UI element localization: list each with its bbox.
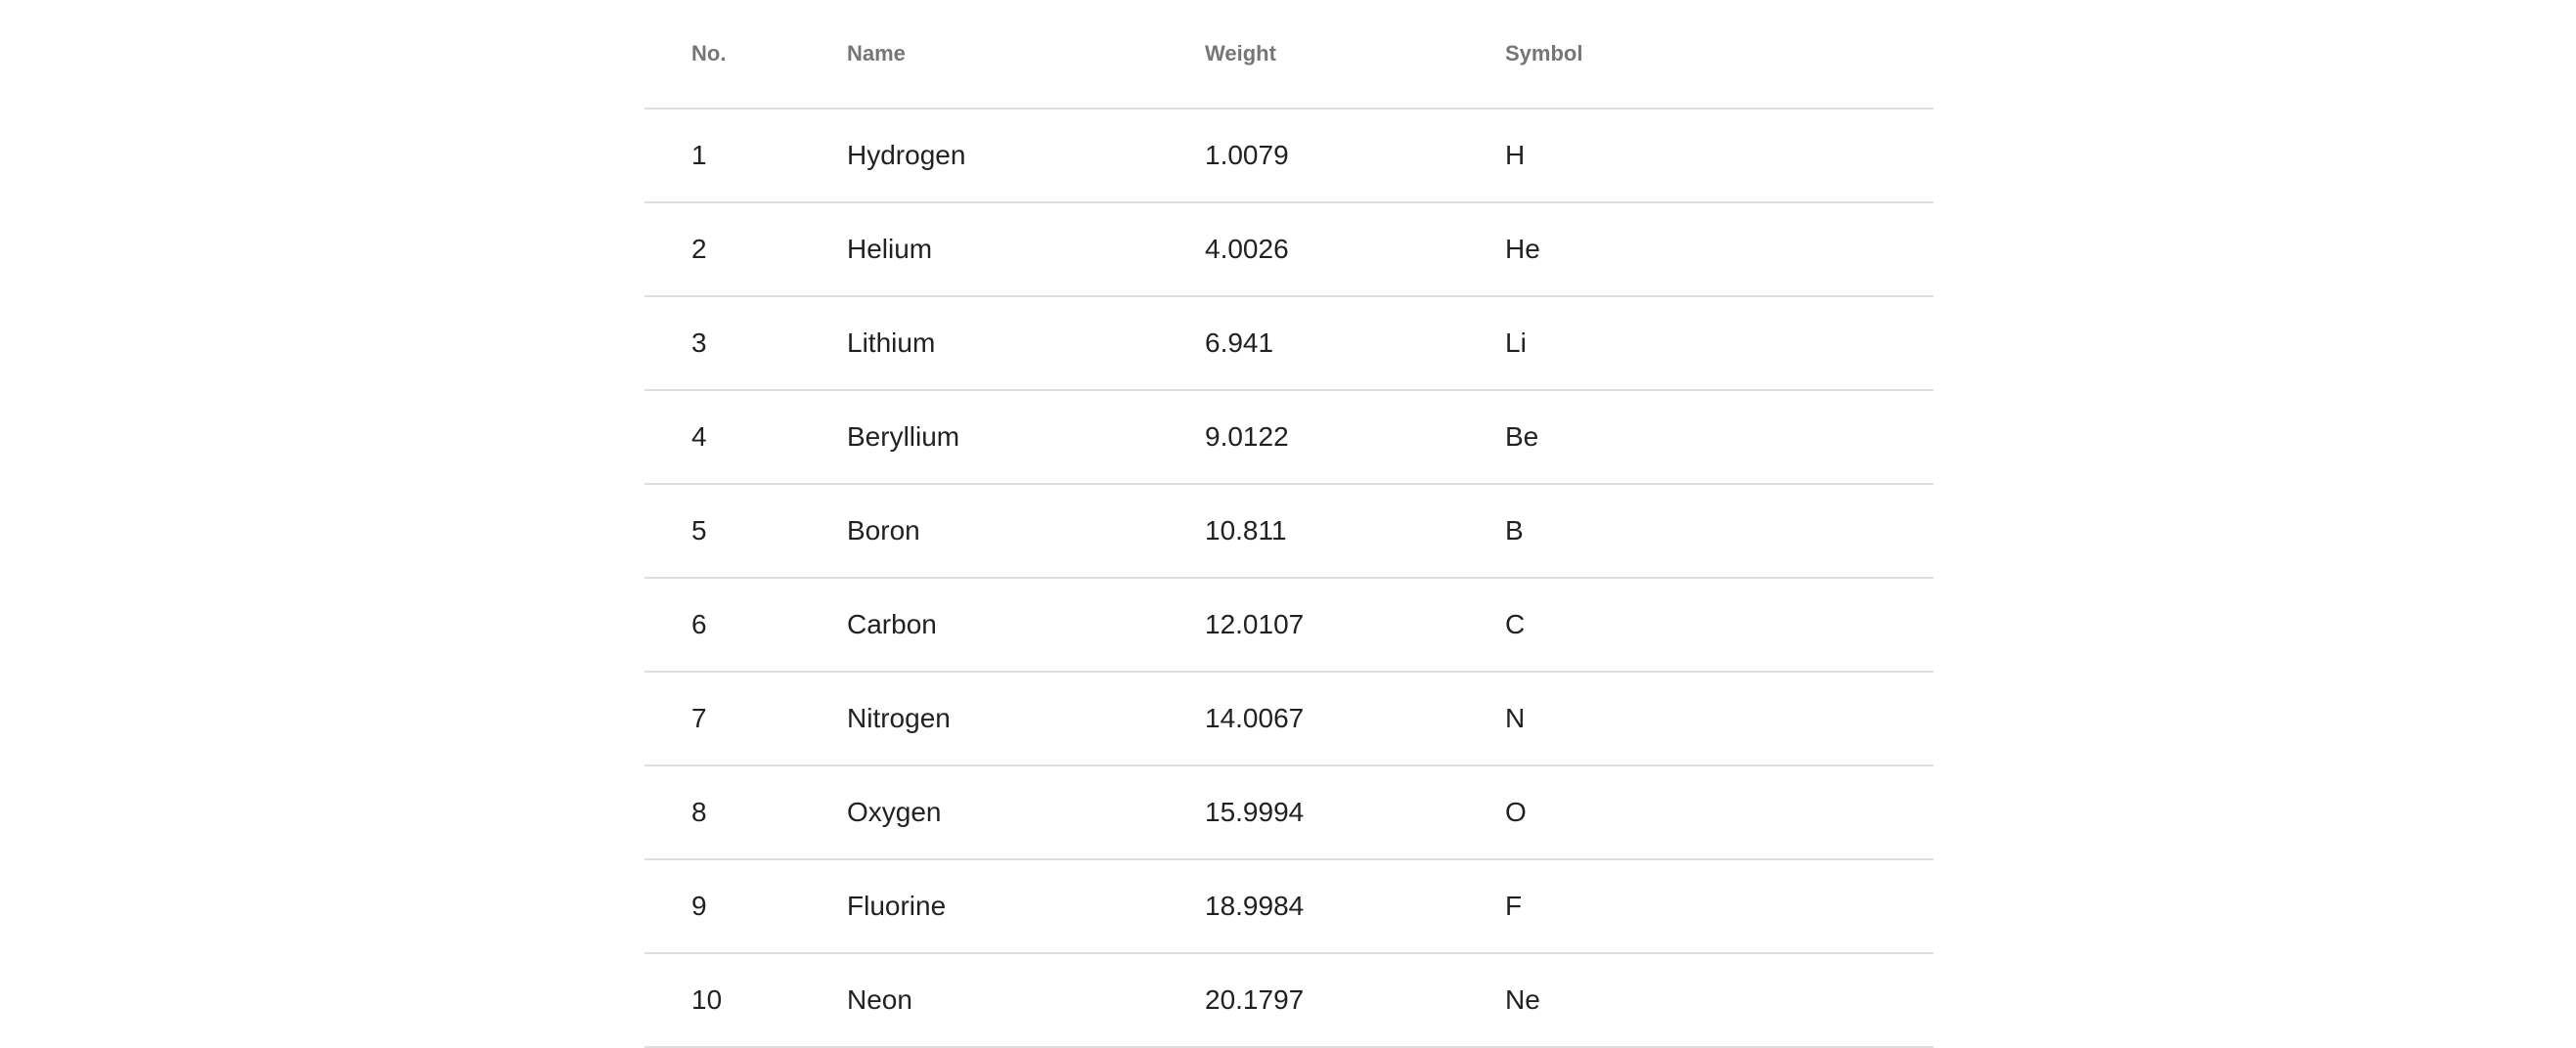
cell-name: Nitrogen [847,703,951,733]
cell-name: Lithium [847,328,936,358]
cell-no: 10 [691,984,723,1015]
column-header-name: Name [847,41,906,66]
cell-symbol: H [1505,140,1526,170]
cell-weight: 10.811 [1205,515,1287,546]
cell-weight: 9.0122 [1205,421,1289,452]
cell-no: 3 [691,328,707,358]
table-row: 8 Oxygen 15.9994 O [644,765,1933,859]
table-row: 4 Beryllium 9.0122 Be [644,390,1933,484]
table-row: 1 Hydrogen 1.0079 H [644,109,1933,202]
cell-name: Helium [847,234,933,264]
cell-symbol: N [1505,703,1526,733]
cell-symbol: Be [1505,421,1539,452]
cell-name: Neon [847,984,912,1015]
cell-weight: 1.0079 [1205,140,1289,170]
table-row: 9 Fluorine 18.9984 F [644,859,1933,953]
table-header: No. Name Weight Symbol [644,0,1933,109]
table-row: 5 Boron 10.811 B [644,484,1933,578]
column-header-weight: Weight [1205,41,1276,66]
cell-no: 4 [691,421,707,452]
cell-weight: 14.0067 [1205,703,1305,733]
cell-name: Boron [847,515,920,546]
cell-symbol: F [1505,891,1523,921]
cell-symbol: B [1505,515,1524,546]
cell-symbol: He [1505,234,1540,264]
cell-no: 2 [691,234,707,264]
cell-symbol: Ne [1505,984,1540,1015]
cell-name: Carbon [847,609,937,639]
cell-weight: 18.9984 [1205,891,1305,921]
cell-name: Oxygen [847,797,942,827]
table-row: 2 Helium 4.0026 He [644,202,1933,296]
cell-no: 8 [691,797,707,827]
cell-weight: 4.0026 [1205,234,1289,264]
column-header-no: No. [691,41,727,66]
cell-symbol: C [1505,609,1526,639]
cell-no: 9 [691,891,707,921]
cell-no: 1 [691,140,707,170]
cell-name: Hydrogen [847,140,966,170]
elements-table: No. Name Weight Symbol 1 Hydrogen 1.0079… [644,0,1933,1048]
cell-no: 5 [691,515,707,546]
cell-symbol: Li [1505,328,1527,358]
table-row: 6 Carbon 12.0107 C [644,578,1933,672]
cell-no: 6 [691,609,707,639]
table-row: 3 Lithium 6.941 Li [644,296,1933,390]
elements-table-container: No. Name Weight Symbol 1 Hydrogen 1.0079… [644,0,1933,1048]
cell-no: 7 [691,703,707,733]
column-header-symbol: Symbol [1505,41,1583,66]
table-row: 7 Nitrogen 14.0067 N [644,672,1933,765]
cell-weight: 20.1797 [1205,984,1305,1015]
header-row: No. Name Weight Symbol [644,0,1933,109]
cell-name: Fluorine [847,891,947,921]
cell-weight: 12.0107 [1205,609,1305,639]
table-row: 10 Neon 20.1797 Ne [644,953,1933,1047]
cell-weight: 6.941 [1205,328,1274,358]
cell-weight: 15.9994 [1205,797,1305,827]
cell-name: Beryllium [847,421,960,452]
cell-symbol: O [1505,797,1527,827]
table-body: 1 Hydrogen 1.0079 H 2 Helium 4.0026 He 3… [644,109,1933,1047]
